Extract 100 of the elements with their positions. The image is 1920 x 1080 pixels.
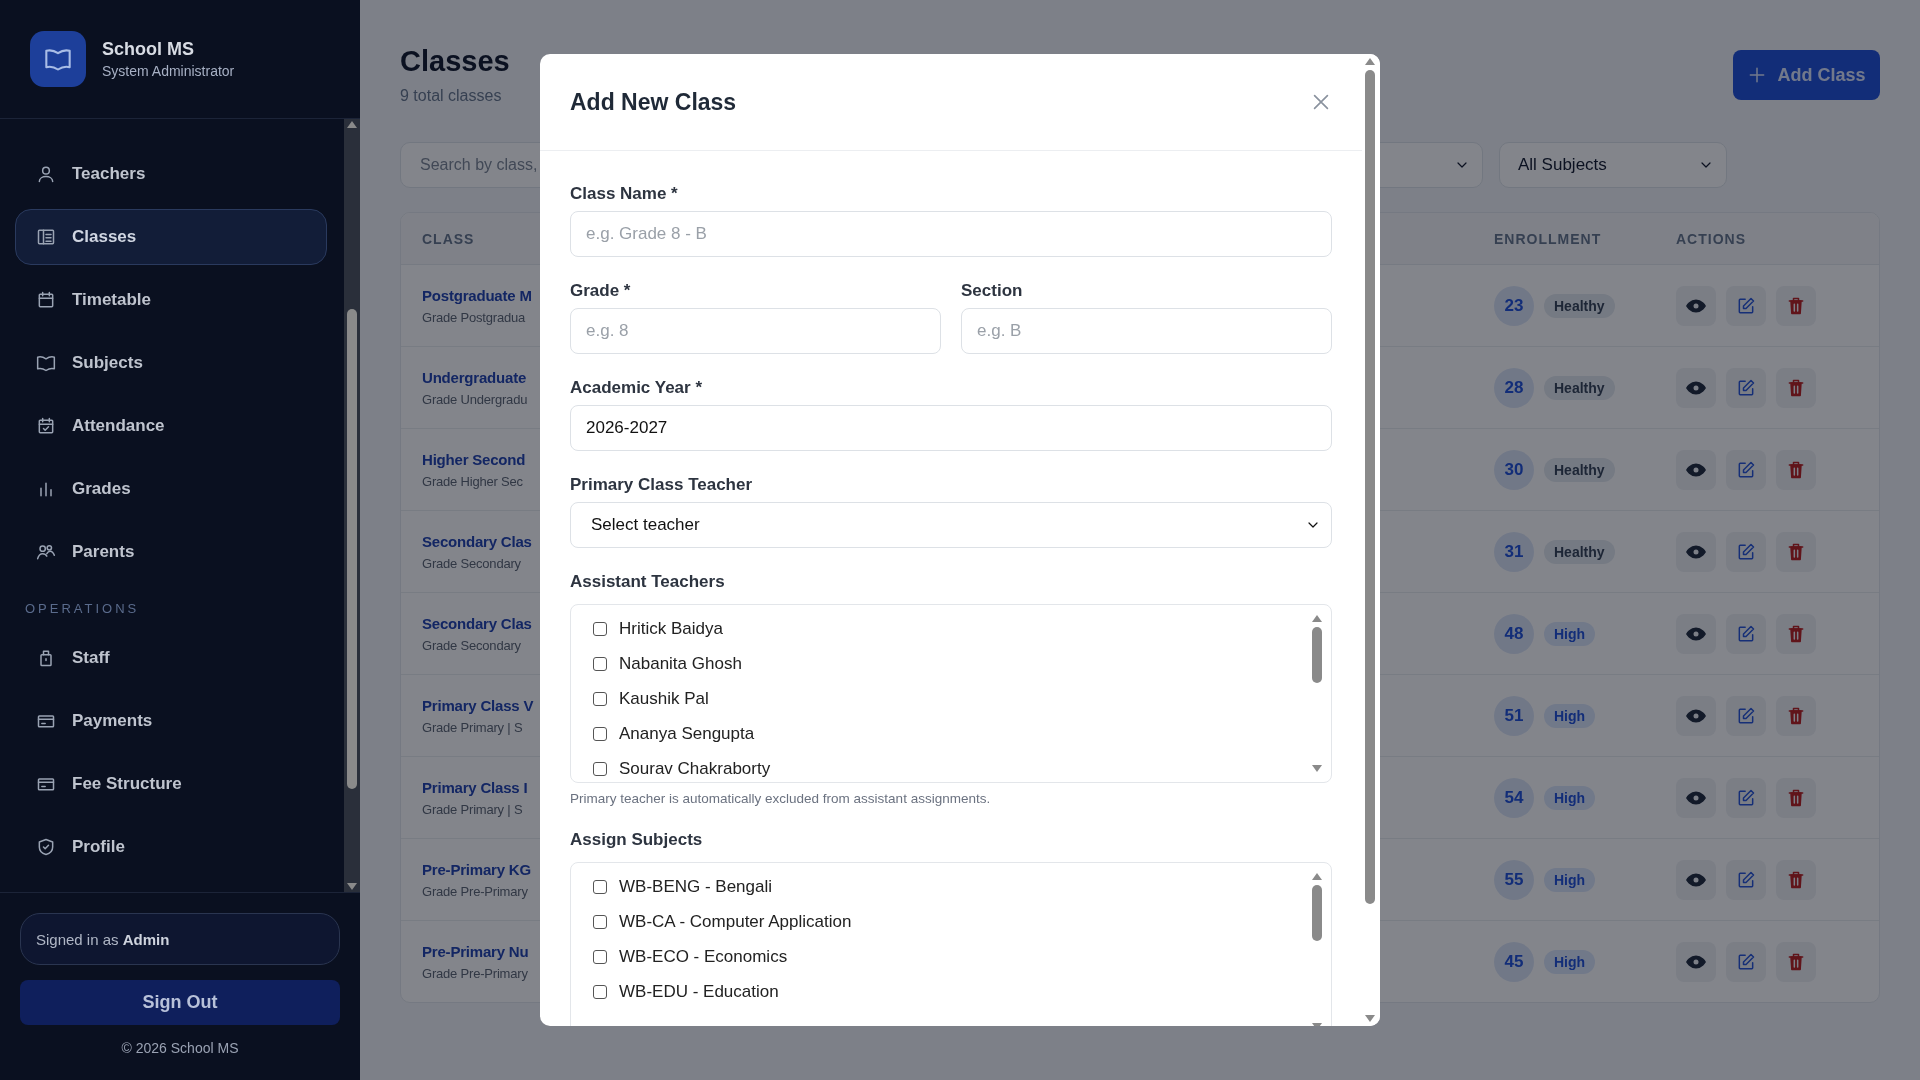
checkbox[interactable] bbox=[593, 692, 607, 706]
view-button[interactable] bbox=[1676, 859, 1716, 900]
scrollbar[interactable] bbox=[344, 119, 360, 892]
status-badge: High bbox=[1544, 949, 1596, 974]
checkbox[interactable] bbox=[593, 727, 607, 741]
checkbox[interactable] bbox=[593, 950, 607, 964]
subject-dropdown[interactable]: All Subjects bbox=[1499, 142, 1727, 188]
status-badge: Healthy bbox=[1544, 293, 1615, 318]
section-field[interactable]: e.g. B bbox=[961, 308, 1332, 354]
status-badge: Healthy bbox=[1544, 539, 1615, 564]
delete-button[interactable] bbox=[1776, 531, 1816, 572]
checkbox[interactable] bbox=[593, 657, 607, 671]
edit-button[interactable] bbox=[1726, 531, 1766, 572]
class-detail: Grade Pre-Primary bbox=[422, 965, 528, 981]
subject-option[interactable]: WB-BENG - Bengali bbox=[619, 877, 773, 897]
delete-button[interactable] bbox=[1776, 777, 1816, 818]
edit-button[interactable] bbox=[1726, 777, 1766, 818]
class-name-link[interactable]: Secondary Clas bbox=[422, 614, 532, 632]
enrollment-count: 54 bbox=[1494, 777, 1534, 818]
class-name-link[interactable]: Secondary Clas bbox=[422, 532, 532, 550]
field-label: Assistant Teachers bbox=[570, 572, 726, 592]
checkbox[interactable] bbox=[593, 985, 607, 999]
class-name-link[interactable]: Postgraduate M bbox=[422, 286, 532, 304]
class-name-link[interactable]: Primary Class V bbox=[422, 696, 534, 714]
edit-icon bbox=[1736, 951, 1756, 972]
academic-year-field[interactable]: 2026-2027 bbox=[570, 405, 1332, 451]
delete-button[interactable] bbox=[1776, 449, 1816, 490]
edit-icon bbox=[1736, 459, 1756, 480]
delete-button[interactable] bbox=[1776, 859, 1816, 900]
enrollment-count: 28 bbox=[1494, 367, 1534, 408]
teacher-option[interactable]: Hritick Baidya bbox=[619, 619, 723, 639]
delete-button[interactable] bbox=[1776, 613, 1816, 654]
edit-button[interactable] bbox=[1726, 695, 1766, 736]
view-button[interactable] bbox=[1676, 449, 1716, 490]
view-button[interactable] bbox=[1676, 695, 1716, 736]
class-name-link[interactable]: Primary Class I bbox=[422, 778, 528, 796]
column-header: ACTIONS bbox=[1676, 230, 1746, 247]
subject-option[interactable]: WB-EDU - Education bbox=[619, 982, 779, 1002]
nav-item[interactable]: Parents bbox=[15, 524, 327, 580]
class-name-link[interactable]: Pre-Primary KG bbox=[422, 860, 531, 878]
edit-button[interactable] bbox=[1726, 285, 1766, 326]
edit-icon bbox=[1736, 787, 1756, 808]
nav-item[interactable]: Profile bbox=[15, 819, 327, 875]
teacher-dropdown[interactable]: Select teacher bbox=[570, 502, 1332, 548]
edit-button[interactable] bbox=[1726, 941, 1766, 982]
delete-button[interactable] bbox=[1776, 367, 1816, 408]
teacher-option[interactable]: Kaushik Pal bbox=[619, 689, 709, 709]
nav-item[interactable]: Grades bbox=[15, 461, 327, 517]
nav-item[interactable]: Payments bbox=[15, 693, 327, 749]
class-name-field[interactable]: e.g. Grade 8 - B bbox=[570, 211, 1332, 257]
enrollment-count: 31 bbox=[1494, 531, 1534, 572]
nav-item[interactable]: Staff bbox=[15, 630, 327, 686]
class-name-link[interactable]: Pre-Primary Nu bbox=[422, 942, 529, 960]
sign-out-button[interactable]: Sign Out bbox=[20, 980, 340, 1025]
shield-icon bbox=[36, 837, 56, 857]
delete-button[interactable] bbox=[1776, 285, 1816, 326]
trash-icon bbox=[1786, 787, 1806, 808]
class-detail: Grade Primary | S bbox=[422, 719, 523, 735]
nav-item[interactable]: Attendance bbox=[15, 398, 327, 454]
table-icon bbox=[36, 227, 56, 247]
nav-item[interactable]: Teachers bbox=[15, 146, 327, 202]
subject-option[interactable]: WB-ECO - Economics bbox=[619, 947, 788, 967]
edit-icon bbox=[1736, 705, 1756, 726]
edit-button[interactable] bbox=[1726, 367, 1766, 408]
calendar-icon bbox=[36, 290, 56, 310]
checkbox[interactable] bbox=[593, 915, 607, 929]
view-button[interactable] bbox=[1676, 777, 1716, 818]
view-button[interactable] bbox=[1676, 941, 1716, 982]
view-button[interactable] bbox=[1676, 613, 1716, 654]
edit-button[interactable] bbox=[1726, 613, 1766, 654]
edit-button[interactable] bbox=[1726, 449, 1766, 490]
field-label: Grade * bbox=[570, 281, 632, 301]
delete-button[interactable] bbox=[1776, 941, 1816, 982]
nav-item[interactable]: Classes bbox=[15, 209, 327, 265]
teacher-option[interactable]: Nabanita Ghosh bbox=[619, 654, 742, 674]
view-button[interactable] bbox=[1676, 367, 1716, 408]
subject-option[interactable]: WB-CA - Computer Application bbox=[619, 912, 852, 932]
section-heading: OPERATIONS bbox=[24, 600, 141, 618]
status-badge: High bbox=[1544, 703, 1596, 728]
checkbox[interactable] bbox=[593, 880, 607, 894]
trash-icon bbox=[1786, 541, 1806, 562]
view-button[interactable] bbox=[1676, 531, 1716, 572]
delete-button[interactable] bbox=[1776, 695, 1816, 736]
person-icon bbox=[36, 164, 56, 184]
field-label: Primary Class Teacher bbox=[570, 475, 754, 495]
checkbox[interactable] bbox=[593, 622, 607, 636]
signed-in-text: Signed in as Admin bbox=[36, 930, 170, 948]
column-header: CLASS bbox=[421, 230, 475, 247]
nav-item[interactable]: Subjects bbox=[15, 335, 327, 391]
enrollment-count: 23 bbox=[1494, 285, 1534, 326]
class-name-link[interactable]: Higher Second bbox=[422, 450, 526, 468]
nav-item[interactable]: Timetable bbox=[15, 272, 327, 328]
teacher-option[interactable]: Ananya Sengupta bbox=[619, 724, 755, 744]
class-name-link[interactable]: Undergraduate bbox=[422, 368, 527, 386]
checkbox[interactable] bbox=[593, 762, 607, 776]
teacher-option[interactable]: Sourav Chakraborty bbox=[619, 759, 771, 779]
edit-button[interactable] bbox=[1726, 859, 1766, 900]
grade-field[interactable]: e.g. 8 bbox=[570, 308, 941, 354]
view-button[interactable] bbox=[1676, 285, 1716, 326]
nav-item[interactable]: Fee Structure bbox=[15, 756, 327, 812]
